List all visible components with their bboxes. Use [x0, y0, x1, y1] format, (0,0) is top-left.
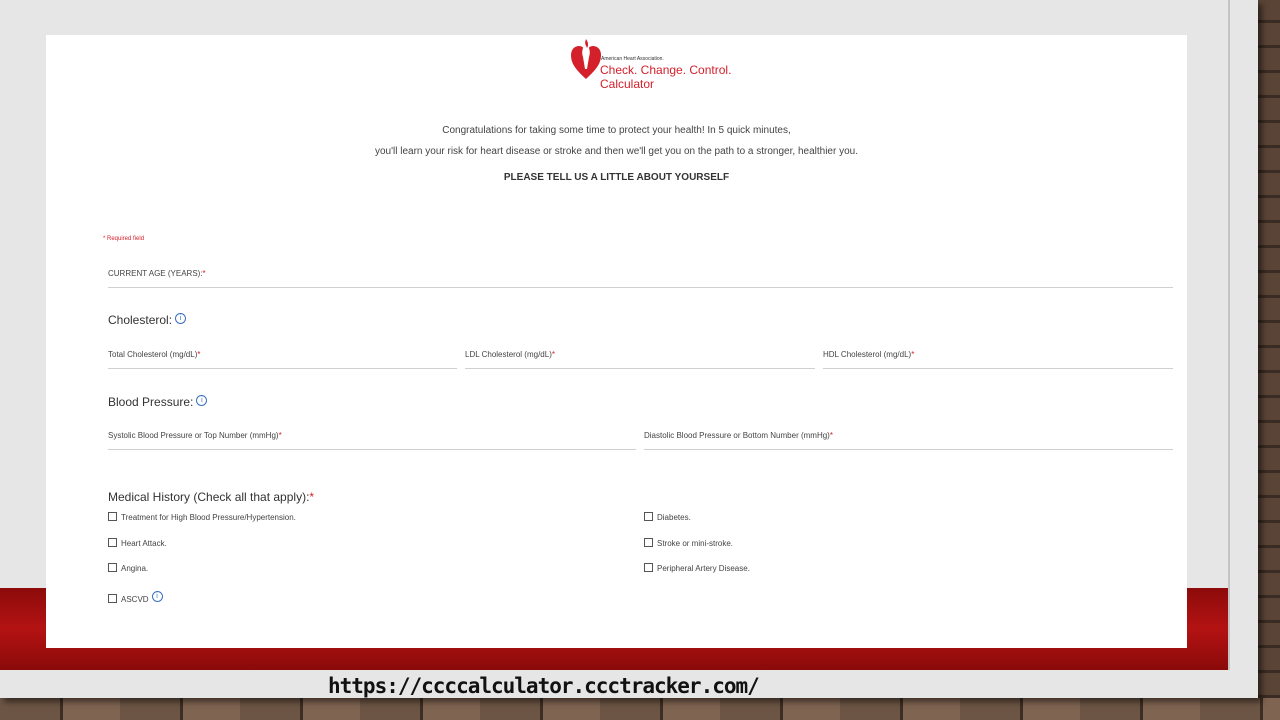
heart-torch-icon: [571, 39, 601, 79]
info-icon[interactable]: i: [175, 313, 187, 324]
systolic-input[interactable]: Systolic Blood Pressure or Top Number (m…: [108, 429, 636, 450]
logo-org-name: American Heart Association.: [601, 56, 664, 62]
total-cholesterol-input[interactable]: Total Cholesterol (mg/dL)*: [108, 348, 457, 369]
checkbox-heart-attack[interactable]: Heart Attack.: [108, 538, 167, 550]
section-heading: PLEASE TELL US A LITTLE ABOUT YOURSELF: [503, 172, 730, 183]
checkbox-box[interactable]: [644, 563, 653, 572]
cholesterol-section-label: Cholesterol: i: [108, 313, 187, 327]
intro-line-1: Congratulations for taking some time to …: [442, 125, 791, 136]
brick-floor-background: [0, 698, 1280, 720]
checkbox-box[interactable]: [108, 594, 117, 603]
source-url[interactable]: https://ccccalculator.ccctracker.com/: [328, 674, 760, 698]
aha-logo: American Heart Association. Check. Chang…: [571, 39, 771, 91]
checkbox-angina[interactable]: Angina.: [108, 563, 148, 575]
age-label: CURRENT AGE (YEARS):*: [108, 269, 206, 278]
checkbox-hypertension[interactable]: Treatment for High Blood Pressure/Hypert…: [108, 512, 296, 524]
checkbox-diabetes[interactable]: Diabetes.: [644, 512, 691, 524]
medical-history-label: Medical History (Check all that apply):*: [108, 490, 315, 504]
required-field-note: * Required field: [103, 236, 145, 242]
info-icon[interactable]: i: [151, 591, 163, 602]
diastolic-input[interactable]: Diastolic Blood Pressure or Bottom Numbe…: [644, 429, 1173, 450]
ldl-cholesterol-input[interactable]: LDL Cholesterol (mg/dL)*: [465, 348, 815, 369]
checkbox-box[interactable]: [644, 512, 653, 521]
calculator-form-panel: American Heart Association. Check. Chang…: [46, 35, 1187, 648]
checkbox-box[interactable]: [108, 563, 117, 572]
logo-title: Check. Change. Control.: [600, 63, 732, 77]
checkbox-box[interactable]: [108, 538, 117, 547]
logo-subtitle: Calculator: [600, 77, 655, 91]
intro-line-2: you'll learn your risk for heart disease…: [375, 146, 858, 157]
age-input[interactable]: CURRENT AGE (YEARS):*: [108, 267, 1173, 288]
hdl-cholesterol-input[interactable]: HDL Cholesterol (mg/dL)*: [823, 348, 1173, 369]
checkbox-box[interactable]: [644, 538, 653, 547]
checkbox-pad[interactable]: Peripheral Artery Disease.: [644, 563, 750, 575]
blood-pressure-section-label: Blood Pressure: i: [108, 395, 208, 409]
checkbox-box[interactable]: [108, 512, 117, 521]
checkbox-stroke[interactable]: Stroke or mini-stroke.: [644, 538, 733, 550]
info-icon[interactable]: i: [196, 395, 208, 406]
checkbox-ascvd[interactable]: ASCVD i: [108, 591, 163, 604]
slide: American Heart Association. Check. Chang…: [0, 0, 1258, 698]
